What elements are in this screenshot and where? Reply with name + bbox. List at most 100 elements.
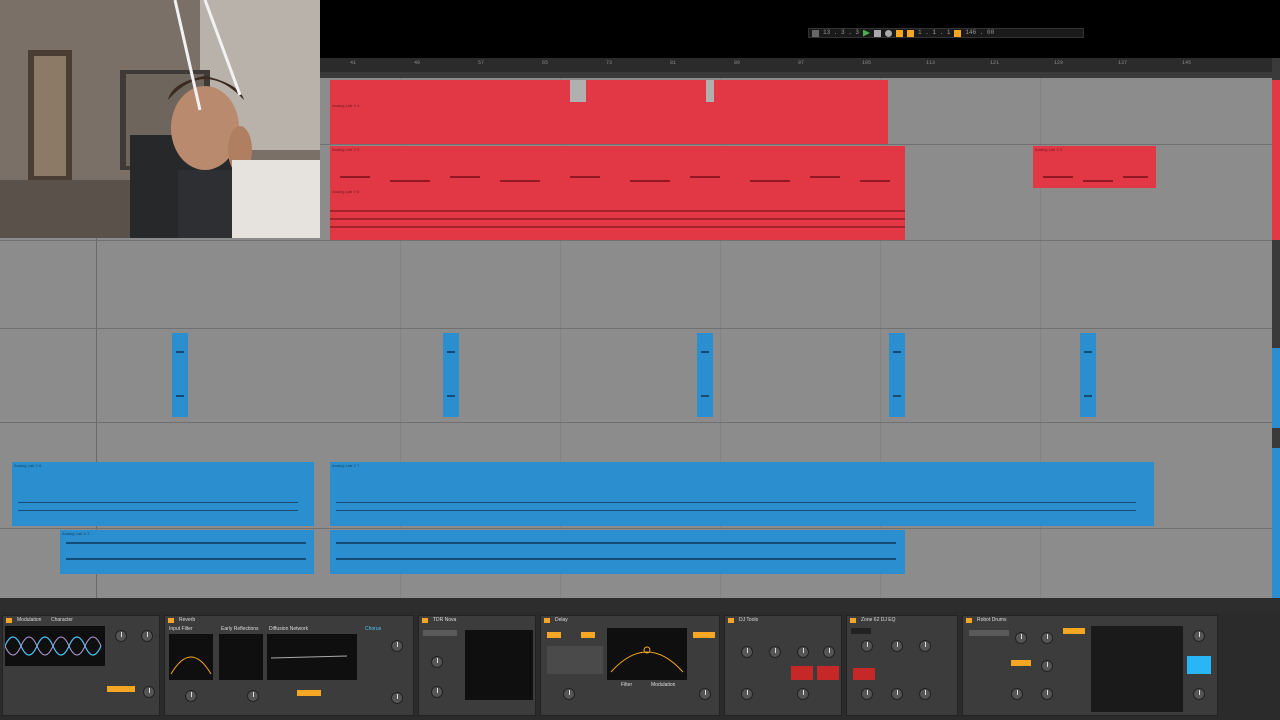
amount-knob[interactable] bbox=[141, 630, 153, 642]
mix-knob[interactable] bbox=[143, 686, 155, 698]
loop-start[interactable]: 1 . 1 . 1 bbox=[918, 28, 950, 38]
size-knob[interactable] bbox=[247, 690, 259, 702]
lp-damp-knob[interactable] bbox=[1011, 688, 1023, 700]
freeze-button[interactable] bbox=[297, 690, 321, 696]
clip-name: Analog Lab V 7 bbox=[62, 531, 90, 536]
power-icon[interactable] bbox=[850, 618, 856, 623]
song-position[interactable]: 13 . 3 . 3 bbox=[823, 28, 859, 38]
blue-drum-clip-1[interactable] bbox=[172, 333, 188, 417]
power-icon[interactable] bbox=[728, 618, 734, 623]
blue-clip-lane-1a[interactable]: Analog Lab V 6 bbox=[12, 462, 314, 526]
device-delay: Delay Filter Modulation bbox=[540, 615, 720, 716]
ruler-tick: 121 bbox=[990, 60, 1000, 66]
device-dj-tools: DJ Tools bbox=[724, 615, 842, 716]
early-reflections-label: Early Reflections bbox=[221, 626, 259, 632]
red-clip-top-3[interactable] bbox=[714, 80, 888, 102]
lo-freq-button[interactable] bbox=[853, 668, 875, 680]
dry-wet-knob[interactable] bbox=[391, 692, 403, 704]
device-chain: Modulation Character Reverb Input Filter… bbox=[0, 612, 1280, 720]
red-clip-lane-2[interactable]: Analog Lab V 5 bbox=[330, 146, 905, 188]
output-knob[interactable] bbox=[431, 686, 443, 698]
stop-icon[interactable] bbox=[874, 29, 882, 37]
delay-dry-wet-knob[interactable] bbox=[699, 688, 711, 700]
decay-knob[interactable] bbox=[391, 640, 403, 652]
predelay-knob[interactable] bbox=[185, 690, 197, 702]
red-clip-lane-1[interactable]: Analog Lab V 4 bbox=[330, 102, 888, 144]
mid-gain-knob[interactable] bbox=[891, 688, 903, 700]
pan-mod-knob[interactable] bbox=[1041, 688, 1053, 700]
freq-button[interactable] bbox=[1011, 660, 1031, 666]
clip-name: Analog Lab V 6 bbox=[332, 189, 360, 194]
device-dj-eq: Zone 62 DJ EQ bbox=[846, 615, 958, 716]
loop-switch-icon[interactable] bbox=[954, 29, 962, 37]
blue-clip-lane-1b[interactable]: Analog Lab V 7 bbox=[330, 462, 1154, 526]
power-icon[interactable] bbox=[966, 618, 972, 623]
device-title: Modulation bbox=[17, 617, 42, 623]
input-send-knob[interactable] bbox=[1193, 630, 1205, 642]
rack-volume-button[interactable] bbox=[817, 666, 839, 680]
rate-knob[interactable] bbox=[115, 630, 127, 642]
ruler-tick: 81 bbox=[670, 60, 677, 66]
record-icon[interactable] bbox=[885, 29, 893, 37]
blue-drum-clip-5[interactable] bbox=[1080, 333, 1096, 417]
motion-knob-4[interactable] bbox=[823, 646, 835, 658]
red-clip-top-1[interactable] bbox=[330, 80, 570, 102]
blue-drum-clip-3[interactable] bbox=[697, 333, 713, 417]
rack-knob[interactable] bbox=[797, 688, 809, 700]
mode-select[interactable] bbox=[969, 630, 1009, 636]
red-clip-lane-3[interactable]: Analog Lab V 6 bbox=[330, 188, 905, 240]
blue-drum-clip-4[interactable] bbox=[889, 333, 905, 417]
repitch-button[interactable] bbox=[693, 632, 715, 638]
motion-knob-3[interactable] bbox=[797, 646, 809, 658]
sidechain-select[interactable] bbox=[423, 630, 457, 636]
low-gain-knob[interactable] bbox=[861, 688, 873, 700]
blue-clip-lane-2a[interactable]: Analog Lab V 7 bbox=[60, 530, 314, 574]
bottom-scrollbar[interactable] bbox=[0, 598, 1280, 612]
clip-name: Analog Lab V 5 bbox=[1035, 147, 1063, 152]
play-icon[interactable] bbox=[863, 29, 871, 37]
power-icon[interactable] bbox=[422, 618, 428, 623]
follow-icon[interactable] bbox=[812, 29, 819, 37]
motion-knob-2[interactable] bbox=[769, 646, 781, 658]
gain-knob[interactable] bbox=[431, 656, 443, 668]
ping-pong-button[interactable] bbox=[107, 686, 135, 692]
freq-knob[interactable] bbox=[1015, 632, 1027, 644]
chorus-label[interactable]: Chorus bbox=[365, 626, 381, 632]
none-button[interactable] bbox=[1063, 628, 1085, 634]
ruler-tick: 41 bbox=[350, 60, 357, 66]
stretch-knob[interactable] bbox=[741, 688, 753, 700]
red-clip-lane-2b[interactable]: Analog Lab V 5 bbox=[1033, 146, 1156, 188]
hi-gain-knob[interactable] bbox=[919, 688, 931, 700]
diffusion-display bbox=[267, 634, 357, 680]
blue-drum-clip-2[interactable] bbox=[443, 333, 459, 417]
high-knob[interactable] bbox=[919, 640, 931, 652]
sync-right-button[interactable] bbox=[581, 632, 595, 638]
mod-rate-knob[interactable] bbox=[1041, 660, 1053, 672]
device-tdr-nova: TDR Nova bbox=[418, 615, 536, 716]
beat-time-ruler[interactable]: 41 49 57 65 73 81 89 97 105 113 121 129 … bbox=[320, 58, 1280, 73]
mid-knob[interactable] bbox=[891, 640, 903, 652]
low-knob[interactable] bbox=[861, 640, 873, 652]
ruler-tick: 129 bbox=[1054, 60, 1064, 66]
feedback-knob[interactable] bbox=[563, 688, 575, 700]
power-icon[interactable] bbox=[168, 618, 174, 623]
low-cut-button[interactable] bbox=[851, 628, 871, 634]
delay-time-grid[interactable] bbox=[547, 646, 603, 674]
red-clip-top-2[interactable] bbox=[586, 80, 706, 102]
motion-knob-1[interactable] bbox=[741, 646, 753, 658]
power-icon[interactable] bbox=[544, 618, 550, 623]
automation-arm-icon[interactable] bbox=[907, 29, 915, 37]
tempo-field[interactable]: 146 . 00 bbox=[965, 28, 994, 38]
reflections-display bbox=[219, 634, 263, 680]
rack-dry-wet-button[interactable] bbox=[791, 666, 813, 680]
power-icon[interactable] bbox=[6, 618, 12, 623]
sync-left-button[interactable] bbox=[547, 632, 561, 638]
overdub-icon[interactable] bbox=[896, 29, 904, 37]
volume-knob[interactable] bbox=[1193, 688, 1205, 700]
right-scroll-strip[interactable] bbox=[1272, 58, 1280, 604]
clip-name: Analog Lab V 4 bbox=[332, 103, 360, 108]
blue-clip-lane-2b[interactable] bbox=[330, 530, 905, 574]
ruler-tick: 105 bbox=[862, 60, 872, 66]
device-tab[interactable]: Character bbox=[51, 617, 73, 623]
decay-drum-knob[interactable] bbox=[1041, 632, 1053, 644]
